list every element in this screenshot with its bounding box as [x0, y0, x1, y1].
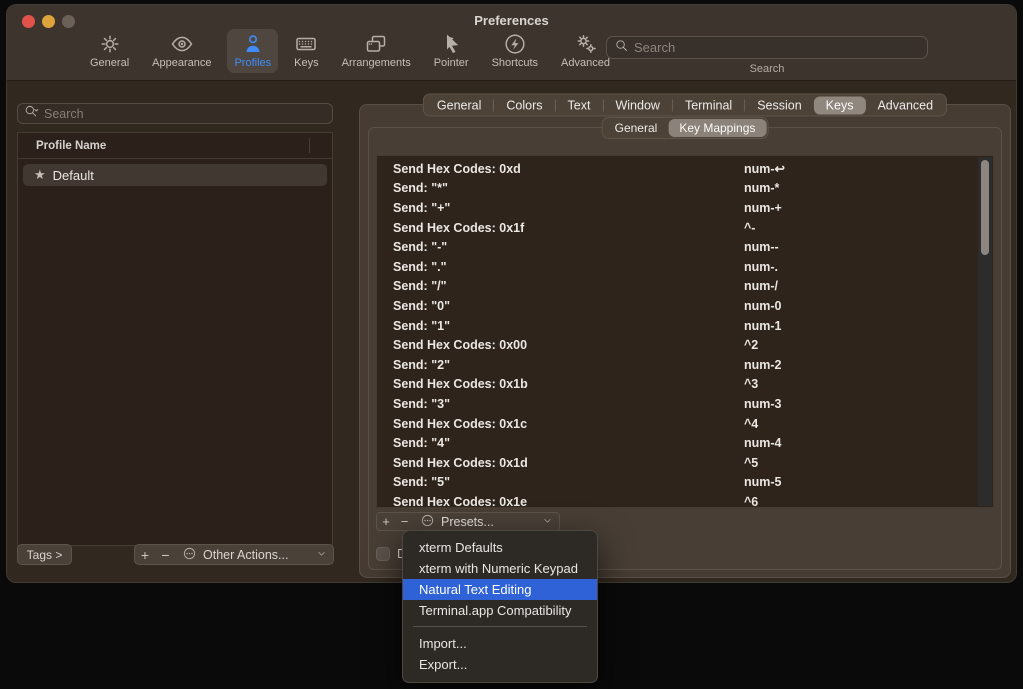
keymap-row[interactable]: Send: "3" num-3	[377, 394, 993, 414]
presets-label: Presets...	[441, 514, 494, 529]
subtab-general[interactable]: General	[604, 119, 669, 137]
circle-ellipsis-icon	[420, 513, 435, 531]
toolbar-item-label: Advanced	[561, 57, 610, 69]
toolbar-item-label: General	[90, 57, 130, 69]
toolbar-item-shortcuts[interactable]: Shortcuts	[485, 29, 545, 73]
subtab-key-mappings[interactable]: Key Mappings	[668, 119, 767, 137]
tab-session[interactable]: Session	[745, 96, 813, 114]
circle-ellipsis-icon	[182, 546, 197, 564]
gears-icon	[574, 32, 598, 56]
keymap-row[interactable]: Send Hex Codes: 0x1f ^-	[377, 218, 993, 238]
keymap-row[interactable]: Send: "+" num-+	[377, 198, 993, 218]
toolbar-item-general[interactable]: General	[83, 29, 136, 73]
toolbar-item-label: Pointer	[433, 57, 469, 69]
keymap-row[interactable]: Send: "5" num-5	[377, 473, 993, 493]
toolbar-item-arrangements[interactable]: Arrangements	[335, 29, 418, 73]
toolbar-item-appearance[interactable]: Appearance	[145, 29, 218, 73]
menu-item-natural-text-editing[interactable]: Natural Text Editing	[403, 579, 597, 600]
menu-separator	[413, 626, 587, 627]
menu-item-terminal-app-compatibility[interactable]: Terminal.app Compatibility	[403, 600, 597, 621]
chevron-down-icon	[316, 548, 327, 562]
window-title: Preferences	[474, 13, 549, 28]
keymap-row[interactable]: Send: "." num-.	[377, 257, 993, 277]
tab-window[interactable]: Window	[603, 96, 671, 114]
tab-keys[interactable]: Keys	[813, 96, 866, 114]
person-icon	[241, 32, 265, 56]
keymap-row[interactable]: Send: "-" num--	[377, 237, 993, 257]
scrollbar-thumb[interactable]	[981, 160, 989, 255]
keymap-row[interactable]: Send Hex Codes: 0x1d ^5	[377, 453, 993, 473]
profile-list-header[interactable]: Profile Name	[18, 133, 332, 159]
chevron-down-icon	[542, 515, 553, 529]
bolt-icon	[503, 32, 527, 56]
tab-terminal[interactable]: Terminal	[673, 96, 744, 114]
keymap-row[interactable]: Send: "2" num-2	[377, 355, 993, 375]
scrollbar-track[interactable]	[978, 157, 992, 506]
toolbar-item-label: Keys	[294, 57, 319, 69]
profile-search-field[interactable]	[17, 103, 333, 124]
toolbar-search-label: Search	[749, 63, 785, 75]
keymap-row[interactable]: Send Hex Codes: 0xd num-↩	[377, 159, 993, 179]
cursor-icon	[439, 32, 463, 56]
presets-menu: xterm Defaults xterm with Numeric Keypad…	[402, 530, 598, 683]
profile-settings-panel: General Colors Text Window Terminal Sess…	[359, 93, 1011, 578]
toolbar-search-field[interactable]	[606, 36, 928, 59]
other-actions-dropdown[interactable]: Other Actions...	[176, 544, 334, 565]
keymap-row[interactable]: Send: "4" num-4	[377, 433, 993, 453]
content-area: Profile Name ★ Default Tags > + − Other …	[7, 81, 1016, 582]
remove-key-mapping-button[interactable]: −	[395, 512, 415, 531]
toolbar-item-label: Profiles	[234, 57, 272, 69]
search-icon	[614, 38, 629, 58]
other-actions-label: Other Actions...	[203, 547, 289, 562]
profile-row-default[interactable]: ★ Default	[23, 164, 327, 186]
menu-item-xterm-defaults[interactable]: xterm Defaults	[403, 537, 597, 558]
preferences-toolbar: General Appearance Profiles Keys Arrange…	[83, 29, 617, 73]
menu-item-xterm-numeric-keypad[interactable]: xterm with Numeric Keypad	[403, 558, 597, 579]
profile-tabs: General Colors Text Window Terminal Sess…	[422, 93, 948, 117]
profile-list: Profile Name ★ Default	[17, 132, 333, 546]
tab-text[interactable]: Text	[556, 96, 603, 114]
toolbar-item-keys[interactable]: Keys	[287, 29, 325, 73]
remove-profile-button[interactable]: −	[155, 544, 177, 565]
column-separator	[309, 138, 310, 153]
toolbar-item-label: Appearance	[152, 57, 212, 69]
search-filter-icon	[24, 104, 40, 123]
keymap-row[interactable]: Send Hex Codes: 0x1b ^3	[377, 375, 993, 395]
keymap-row[interactable]: Send Hex Codes: 0x00 ^2	[377, 335, 993, 355]
tab-general[interactable]: General	[425, 96, 493, 114]
tags-button[interactable]: Tags >	[17, 544, 72, 565]
toolbar-search-input[interactable]	[634, 40, 920, 55]
preferences-window: Preferences General Appearance Profiles …	[6, 4, 1017, 583]
toolbar-item-label: Shortcuts	[491, 57, 539, 69]
key-mappings-table: Send Hex Codes: 0xd num-↩ Send: "*" num-* …	[376, 155, 994, 508]
checkbox[interactable]	[376, 547, 390, 561]
toolbar-item-profiles[interactable]: Profiles	[227, 29, 279, 73]
menu-item-import[interactable]: Import...	[403, 633, 597, 654]
presets-dropdown[interactable]: Presets...	[414, 512, 560, 531]
add-key-mapping-button[interactable]: +	[376, 512, 396, 531]
windows-icon	[364, 32, 388, 56]
profile-name: Default	[52, 167, 94, 183]
titlebar: Preferences General Appearance Profiles …	[7, 5, 1016, 81]
toolbar-item-label: Arrangements	[341, 57, 411, 69]
profile-search-input[interactable]	[44, 106, 326, 121]
add-profile-button[interactable]: +	[134, 544, 156, 565]
default-star-icon: ★	[34, 167, 46, 182]
gear-icon	[98, 32, 122, 56]
keymap-row[interactable]: Send Hex Codes: 0x1e ^6	[377, 492, 993, 507]
keymap-row[interactable]: Send: "1" num-1	[377, 316, 993, 336]
keymap-row[interactable]: Send: "0" num-0	[377, 296, 993, 316]
tab-colors[interactable]: Colors	[494, 96, 554, 114]
profile-name-column-header: Profile Name	[36, 139, 107, 152]
eye-icon	[170, 32, 194, 56]
keymap-row[interactable]: Send: "/" num-/	[377, 277, 993, 297]
toolbar-item-pointer[interactable]: Pointer	[427, 29, 476, 73]
menu-item-export[interactable]: Export...	[403, 654, 597, 675]
keyboard-icon	[294, 32, 318, 56]
keys-section: General Key Mappings Send Hex Codes: 0xd…	[368, 117, 1002, 570]
keymap-row[interactable]: Send: "*" num-*	[377, 179, 993, 199]
tab-advanced[interactable]: Advanced	[865, 96, 945, 114]
keys-subtabs: General Key Mappings	[601, 117, 769, 139]
keymap-row[interactable]: Send Hex Codes: 0x1c ^4	[377, 414, 993, 434]
